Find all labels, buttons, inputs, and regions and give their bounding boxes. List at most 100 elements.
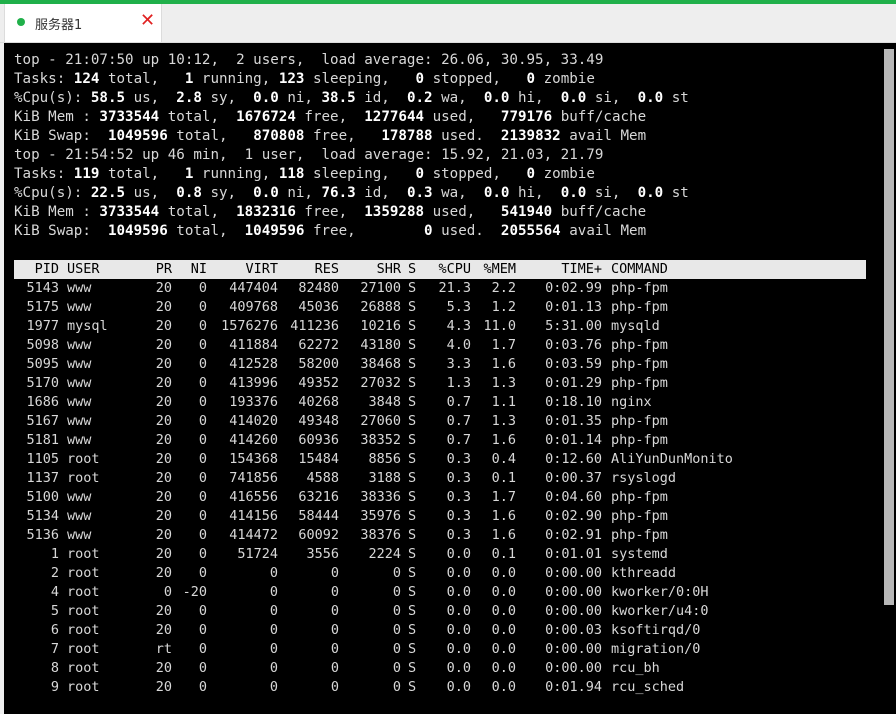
summary-text: wa, (432, 90, 484, 106)
table-cell: 5170 (26, 375, 59, 391)
table-cell: php-fpm (611, 356, 668, 372)
table-cell: 20 (155, 546, 172, 562)
table-cell: S (408, 622, 417, 638)
table-cell: php-fpm (611, 280, 668, 296)
summary-value: 0.0 (253, 90, 279, 106)
table-cell: rsyslogd (611, 470, 677, 486)
table-row: 1 root 20 0 51724 3556 2224 S 0.0 0.1 0:01.01 syste… (14, 545, 866, 564)
summary-text: total, (167, 223, 245, 239)
table-cell: 0 (198, 413, 207, 429)
table-cell: 8 (50, 660, 59, 676)
table-cell: 1.3 (446, 375, 471, 391)
table-cell: 15484 (298, 451, 339, 467)
summary-line: KiB Mem : 3733544 total, 1832316 free, 1… (14, 203, 646, 222)
table-cell: rt (155, 641, 172, 657)
close-tab-icon[interactable]: ✕ (140, 12, 155, 30)
table-cell: ksoftirqd/0 (611, 622, 701, 638)
summary-text: running, (193, 166, 279, 182)
table-cell: 414156 (229, 508, 278, 524)
table-cell: S (408, 413, 417, 429)
table-cell: 0.0 (491, 641, 516, 657)
table-cell: 414260 (229, 432, 278, 448)
table-cell: 4.0 (446, 337, 471, 353)
table-cell: 27100 (360, 280, 401, 296)
table-cell: 0.7 (446, 394, 471, 410)
table-cell: 0 (198, 489, 207, 505)
table-cell: 0:02.99 (545, 280, 602, 296)
table-cell: 0:00.00 (545, 584, 602, 600)
table-cell: 5143 (26, 280, 59, 296)
table-cell: rcu_bh (611, 660, 660, 676)
tab-server-1[interactable]: 服务器1 ✕ (4, 4, 162, 42)
table-cell: 0.3 (446, 508, 471, 524)
summary-text: KiB Swap: (14, 128, 108, 144)
table-cell: 0:00.00 (545, 641, 602, 657)
summary-text: %Cpu(s): (14, 90, 91, 106)
summary-value: 1359288 (364, 204, 425, 220)
summary-text: ni, (278, 90, 322, 106)
terminal-output[interactable]: top - 21:07:50 up 10:12, 2 users, load a… (4, 43, 896, 714)
table-cell: 0 (198, 546, 207, 562)
summary-text: si, (586, 185, 638, 201)
summary-value: 1049596 (107, 128, 168, 144)
table-cell: kworker/u4:0 (611, 603, 709, 619)
table-cell: 0:02.90 (545, 508, 602, 524)
table-cell: php-fpm (611, 508, 668, 524)
table-cell: 0 (269, 622, 278, 638)
table-cell: 3.3 (446, 356, 471, 372)
summary-text: hi, (509, 185, 561, 201)
summary-value: 0.0 (560, 185, 587, 201)
summary-value: 0 (526, 166, 536, 182)
table-cell: 20 (155, 470, 172, 486)
table-cell: 412528 (229, 356, 278, 372)
table-row: 8 root 20 0 0 0 0 S 0.0 0.0 0:00.00 rcu_bh (14, 659, 866, 678)
table-cell: 0.0 (446, 584, 471, 600)
table-cell: 0 (269, 584, 278, 600)
summary-text: id, (355, 90, 407, 106)
table-cell: 3556 (306, 546, 339, 562)
table-cell: 20 (155, 622, 172, 638)
table-cell: 2.2 (491, 280, 516, 296)
summary-value: 2.8 (176, 90, 202, 106)
table-cell: 1977 (26, 318, 59, 334)
table-cell: 0 (330, 660, 339, 676)
table-cell: 20 (155, 451, 172, 467)
table-cell: S (408, 508, 417, 524)
table-cell: 20 (155, 318, 172, 334)
table-cell: 409768 (229, 299, 278, 315)
summary-text: free, (304, 128, 382, 144)
summary-text: top - 21:54:52 up 46 min, 1 user, load a… (14, 147, 604, 163)
summary-line: %Cpu(s): 22.5 us, 0.8 sy, 0.0 ni, 76.3 i… (14, 184, 689, 203)
summary-value: 541940 (500, 204, 553, 220)
table-cell: 0.0 (491, 679, 516, 695)
table-row: 6 root 20 0 0 0 0 S 0.0 0.0 0:00.03 ksoftirqd/0 (14, 621, 866, 640)
summary-line: Tasks: 124 total, 1 running, 123 sleepin… (14, 70, 595, 89)
terminal-scrollbar[interactable] (884, 49, 894, 605)
table-row: 5 root 20 0 0 0 0 S 0.0 0.0 0:00.00 kworker/u4:0 (14, 602, 866, 621)
summary-value: 0 (415, 166, 425, 182)
table-cell: 0:02.91 (545, 527, 602, 543)
table-cell: rcu_sched (611, 679, 685, 695)
summary-value: 0.8 (176, 185, 202, 201)
table-cell: S (408, 660, 417, 676)
summary-text: hi, (509, 90, 561, 106)
table-cell: 1105 (26, 451, 59, 467)
summary-text: total, (167, 128, 254, 144)
table-cell: 1.6 (491, 508, 516, 524)
summary-text: avail Mem (560, 223, 647, 239)
summary-value: 119 (73, 166, 100, 182)
summary-value: 178788 (381, 128, 433, 144)
summary-value: 3733544 (99, 204, 160, 220)
table-cell: -20 (182, 584, 207, 600)
table-cell: 5134 (26, 508, 59, 524)
summary-text: used. (432, 128, 501, 144)
summary-value: 124 (73, 71, 100, 87)
table-cell: 0.0 (446, 622, 471, 638)
summary-text: KiB Mem : (14, 109, 100, 125)
table-cell: 82480 (298, 280, 339, 296)
summary-text: KiB Swap: (14, 223, 108, 239)
table-cell: 0 (198, 375, 207, 391)
summary-text: sleeping, (304, 71, 416, 87)
table-cell: 20 (155, 508, 172, 524)
table-row: 5098 www 20 0 411884 62272 43180 S 4.0 1.7 0:03.76… (14, 336, 866, 355)
